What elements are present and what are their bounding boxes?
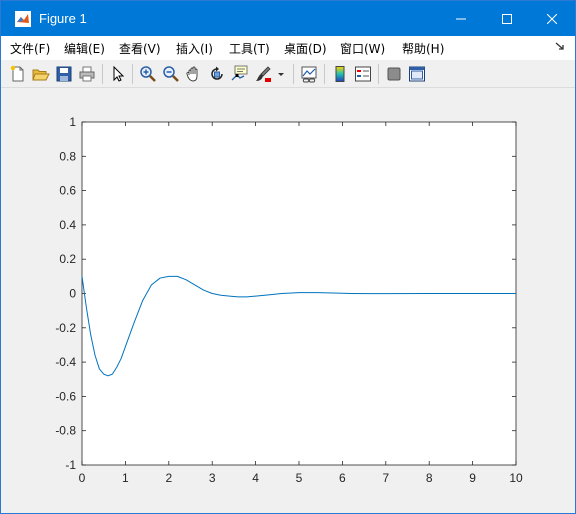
- y-tick-label: 0.8: [59, 149, 76, 163]
- link-plot-icon[interactable]: [300, 65, 318, 83]
- y-tick-label: 1: [69, 115, 76, 129]
- y-tick-label: -0.6: [55, 389, 76, 403]
- toolbar-separator: [102, 64, 103, 84]
- x-tick-label: 8: [426, 471, 433, 485]
- y-tick-label: 0.6: [59, 184, 76, 198]
- x-tick-label: 4: [252, 471, 259, 485]
- menu-desktop[interactable]: 桌面(D): [284, 40, 327, 57]
- toolbar-separator: [293, 64, 294, 84]
- y-tick-label: -0.4: [55, 355, 76, 369]
- menu-view[interactable]: 查看(V): [119, 40, 161, 57]
- dock-arrow-icon[interactable]: [555, 41, 565, 51]
- zoom-out-icon[interactable]: [162, 65, 180, 83]
- pan-icon[interactable]: [185, 65, 203, 83]
- menu-edit[interactable]: 编辑(E): [64, 40, 105, 57]
- close-button[interactable]: [529, 1, 575, 36]
- plot-axes[interactable]: 0 1 2 3 4 5 6 7 8 9 10 -1 -0.8 -0.6 -0.4 -0.2 0 0.2 0.4 0.6…: [8, 89, 570, 509]
- figure-window: Figure 1 文件(F) 编辑(E) 查看(V) 插入(I) 工具(T) 桌…: [0, 0, 576, 514]
- toolbar-separator: [132, 64, 133, 84]
- x-tick-label: 1: [122, 471, 129, 485]
- hide-plot-tools-icon[interactable]: [385, 65, 403, 83]
- figure-toolbar: [1, 60, 575, 88]
- rotate-3d-icon[interactable]: [208, 65, 226, 83]
- window-title: Figure 1: [39, 11, 87, 26]
- title-bar[interactable]: Figure 1: [1, 1, 575, 36]
- data-cursor-icon[interactable]: [231, 65, 249, 83]
- matlab-logo-icon: [15, 11, 31, 27]
- toolbar-separator: [378, 64, 379, 84]
- close-icon: [547, 13, 557, 24]
- minimize-icon: [456, 18, 466, 19]
- x-tick-label: 6: [339, 471, 346, 485]
- edit-plot-icon[interactable]: [109, 65, 127, 83]
- figure-canvas[interactable]: 0 1 2 3 4 5 6 7 8 9 10 -1 -0.8 -0.6 -0.4 -0.2 0 0.2 0.4 0.6…: [8, 89, 570, 509]
- y-tick-label: 0: [69, 287, 76, 301]
- open-file-icon[interactable]: [32, 65, 50, 83]
- menu-tools[interactable]: 工具(T): [229, 40, 270, 57]
- brush-dropdown-icon[interactable]: [276, 65, 286, 83]
- y-tick-label: 0.2: [59, 252, 76, 266]
- legend-icon[interactable]: [354, 65, 372, 83]
- minimize-button[interactable]: [438, 1, 484, 36]
- new-figure-icon[interactable]: [9, 65, 27, 83]
- brush-icon[interactable]: [254, 65, 272, 83]
- maximize-button[interactable]: [484, 1, 530, 36]
- menu-insert[interactable]: 插入(I): [176, 40, 213, 57]
- maximize-icon: [502, 13, 512, 24]
- x-tick-label: 7: [382, 471, 389, 485]
- y-tick-label: -0.2: [55, 321, 76, 335]
- x-tick-label: 3: [209, 471, 216, 485]
- menu-file[interactable]: 文件(F): [10, 40, 50, 57]
- zoom-in-icon[interactable]: [139, 65, 157, 83]
- y-tick-label: -0.8: [55, 424, 76, 438]
- print-icon[interactable]: [78, 65, 96, 83]
- colorbar-icon[interactable]: [331, 65, 349, 83]
- show-plot-tools-icon[interactable]: [408, 65, 426, 83]
- y-tick-label: 0.4: [59, 218, 76, 232]
- x-tick-label: 9: [469, 471, 476, 485]
- x-tick-label: 2: [165, 471, 172, 485]
- x-tick-label: 5: [296, 471, 303, 485]
- toolbar-separator: [324, 64, 325, 84]
- x-tick-label: 0: [79, 471, 86, 485]
- x-tick-label: 10: [509, 471, 523, 485]
- menu-bar: 文件(F) 编辑(E) 查看(V) 插入(I) 工具(T) 桌面(D) 窗口(W…: [1, 36, 575, 60]
- menu-window[interactable]: 窗口(W): [340, 40, 385, 57]
- save-icon[interactable]: [55, 65, 73, 83]
- y-tick-label: -1: [65, 458, 76, 472]
- menu-help[interactable]: 帮助(H): [402, 40, 444, 57]
